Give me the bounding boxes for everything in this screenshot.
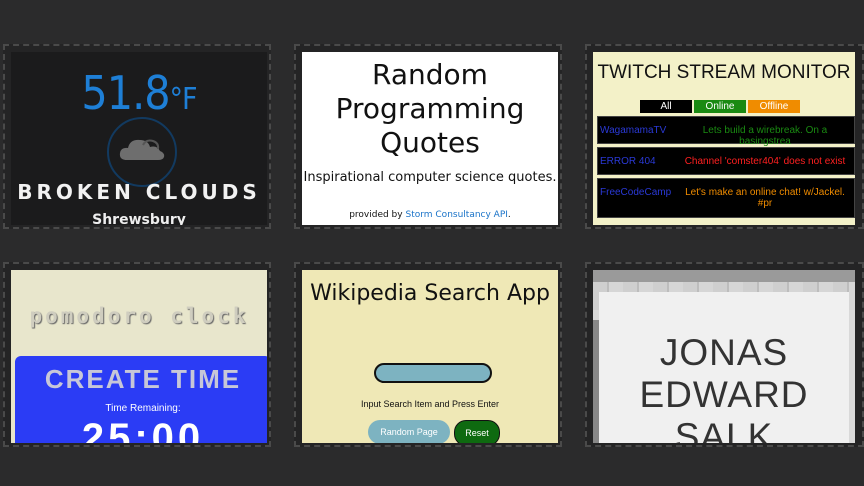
weather-preview: 51.8°F BROKEN CLOUDS Shrewsbury (11, 52, 267, 225)
cloud-icon (119, 139, 165, 160)
tab-all[interactable]: All (640, 100, 692, 113)
stream-name[interactable]: FreeCodeCamp (600, 187, 671, 198)
project-tile-wikipedia[interactable]: Wikipedia Search App Input Search Item a… (294, 262, 562, 447)
stream-status: Channel 'comster404' does not exist (684, 156, 846, 167)
stream-status: Let's make an online chat! w/Jackel. #pr (685, 187, 845, 209)
stream-row[interactable]: FreeCodeCamp Let's make an online chat! … (597, 178, 855, 218)
twitch-filter-tabs: All Online Offline (640, 100, 802, 113)
stream-row[interactable]: WagamamaTV Lets build a wirebreak. On a … (597, 116, 855, 147)
stream-row[interactable]: ERROR 404 Channel 'comster404' does not … (597, 147, 855, 175)
quotes-preview: Random Programming Quotes Inspirational … (302, 52, 558, 225)
provider-suffix: . (507, 210, 511, 220)
project-tile-weather[interactable]: 51.8°F BROKEN CLOUDS Shrewsbury (3, 44, 271, 229)
create-time-label[interactable]: CREATE TIME (15, 364, 267, 395)
project-tile-salk[interactable]: JONAS EDWARD SALK (585, 262, 864, 447)
salk-name: JONAS EDWARD SALK (599, 332, 849, 443)
temperature-unit: °F (169, 82, 198, 117)
twitch-preview: TWITCH STREAM MONITOR All Online Offline… (593, 52, 855, 225)
twitch-title: TWITCH STREAM MONITOR (597, 62, 851, 83)
pomodoro-clock: 25:00 (81, 416, 205, 443)
wikipedia-preview: Wikipedia Search App Input Search Item a… (302, 270, 558, 443)
provider-link[interactable]: Storm Consultancy API (405, 210, 507, 220)
pomodoro-title: pomodoro clock (29, 304, 249, 328)
quotes-provider-line: provided by Storm Consultancy API. (302, 210, 558, 220)
tab-online[interactable]: Online (694, 100, 746, 113)
quotes-title: Random Programming Quotes (335, 58, 525, 159)
salk-preview: JONAS EDWARD SALK (593, 270, 855, 443)
pomodoro-preview: pomodoro clock CREATE TIME Time Remainin… (11, 270, 267, 443)
weather-city: Shrewsbury (92, 212, 186, 225)
random-page-button[interactable]: Random Page (368, 420, 450, 443)
tab-offline[interactable]: Offline (748, 100, 800, 113)
quotes-subtitle: Inspirational computer science quotes. (303, 170, 557, 185)
weather-description: BROKEN CLOUDS (17, 180, 261, 204)
stream-status: Lets build a wirebreak. On a basingstrea (702, 125, 828, 147)
salk-card: JONAS EDWARD SALK (599, 292, 849, 443)
pomodoro-panel: CREATE TIME Time Remaining: 25:00 (15, 356, 267, 443)
provided-by-label: provided by (349, 210, 403, 220)
temperature-value: 51.8 (81, 66, 170, 120)
reset-button[interactable]: Reset (454, 420, 500, 443)
wiki-title: Wikipedia Search App (310, 281, 550, 306)
project-tile-pomodoro[interactable]: pomodoro clock CREATE TIME Time Remainin… (3, 262, 271, 447)
stream-name[interactable]: ERROR 404 (600, 156, 656, 167)
temperature-readout: 51.8°F (11, 66, 267, 120)
search-hint: Input Search Item and Press Enter (360, 399, 500, 409)
salk-name-text: JONAS EDWARD SALK (639, 332, 809, 443)
time-remaining-label: Time Remaining: (105, 403, 181, 414)
stream-name[interactable]: WagamamaTV (600, 125, 666, 136)
newspaper-band (593, 270, 855, 282)
project-tile-twitch[interactable]: TWITCH STREAM MONITOR All Online Offline… (585, 44, 864, 229)
search-input[interactable] (374, 363, 492, 383)
project-tile-quotes[interactable]: Random Programming Quotes Inspirational … (294, 44, 562, 229)
